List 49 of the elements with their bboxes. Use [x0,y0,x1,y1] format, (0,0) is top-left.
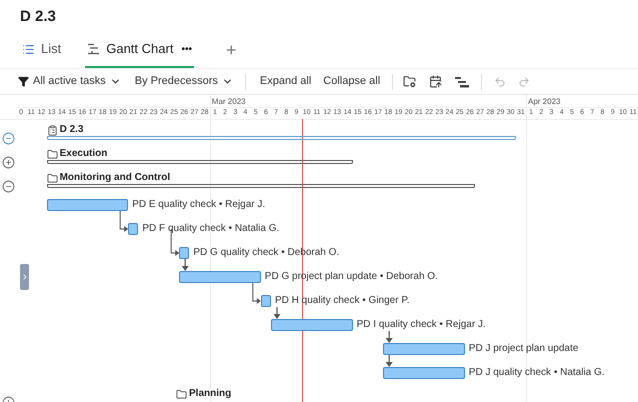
list-icon [22,42,35,56]
stacked-bars-icon[interactable] [455,76,470,88]
view-tab[interactable]: Gantt Chart ••• [85,32,194,68]
task-bar[interactable] [179,271,261,283]
task-bar[interactable] [260,295,271,307]
dependency-arrow [182,259,189,271]
collapse-icon[interactable] [2,132,15,145]
task-bar[interactable] [179,247,190,259]
dependency-arrow [386,331,393,343]
task-label: PD J project plan update [468,343,578,355]
calendar-icon[interactable] [429,75,442,88]
task-bar[interactable] [383,343,465,355]
summary-bar[interactable] [46,184,475,188]
task-bar[interactable] [46,199,128,211]
page-title: D 2.3 [20,7,57,27]
task-bar[interactable] [271,319,353,331]
dependency-arrow [274,307,280,319]
folder-icon [46,148,58,160]
collapse-icon[interactable] [2,180,15,193]
more-menu[interactable]: ••• [181,42,192,56]
grouping-dropdown[interactable]: By Predecessors [134,73,233,90]
collapse-all-button[interactable]: Collapse all [321,73,382,90]
task-label: PD E quality check • Rejgar J. [132,199,266,211]
summary-bar[interactable] [46,160,353,164]
expand-all-button[interactable]: Expand all [258,73,314,90]
folder-settings-icon[interactable] [403,75,416,88]
task-bar[interactable] [383,367,465,379]
gantt-icon [87,43,100,55]
folder-icon [176,388,187,400]
panel-toggle[interactable] [20,264,29,290]
add-tab-button[interactable]: + [224,32,238,68]
filter-icon [18,76,29,87]
task-label: PD J quality check • Natalia G. [468,367,605,379]
task-bar[interactable] [128,223,138,235]
expand-icon[interactable] [2,156,15,169]
group-label: D 2.3 [60,124,84,136]
task-label: PD I quality check • Rejgar J. [356,319,486,331]
group-label: Monitoring and Control [60,172,170,184]
group-label: Execution [60,148,108,160]
view-tab[interactable]: List [20,32,64,68]
folder-icon [46,172,58,184]
group-label: Planning [189,388,232,400]
month-label: Mar 2023 [212,96,246,107]
filter-dropdown[interactable]: All active tasks [18,73,121,90]
clipboard-icon [46,124,58,136]
task-label: PD F quality check • Natalia G. [142,223,280,235]
month-label: Apr 2023 [528,96,560,107]
dependency-arrow [386,355,393,367]
chevron-right-icon [20,273,28,281]
